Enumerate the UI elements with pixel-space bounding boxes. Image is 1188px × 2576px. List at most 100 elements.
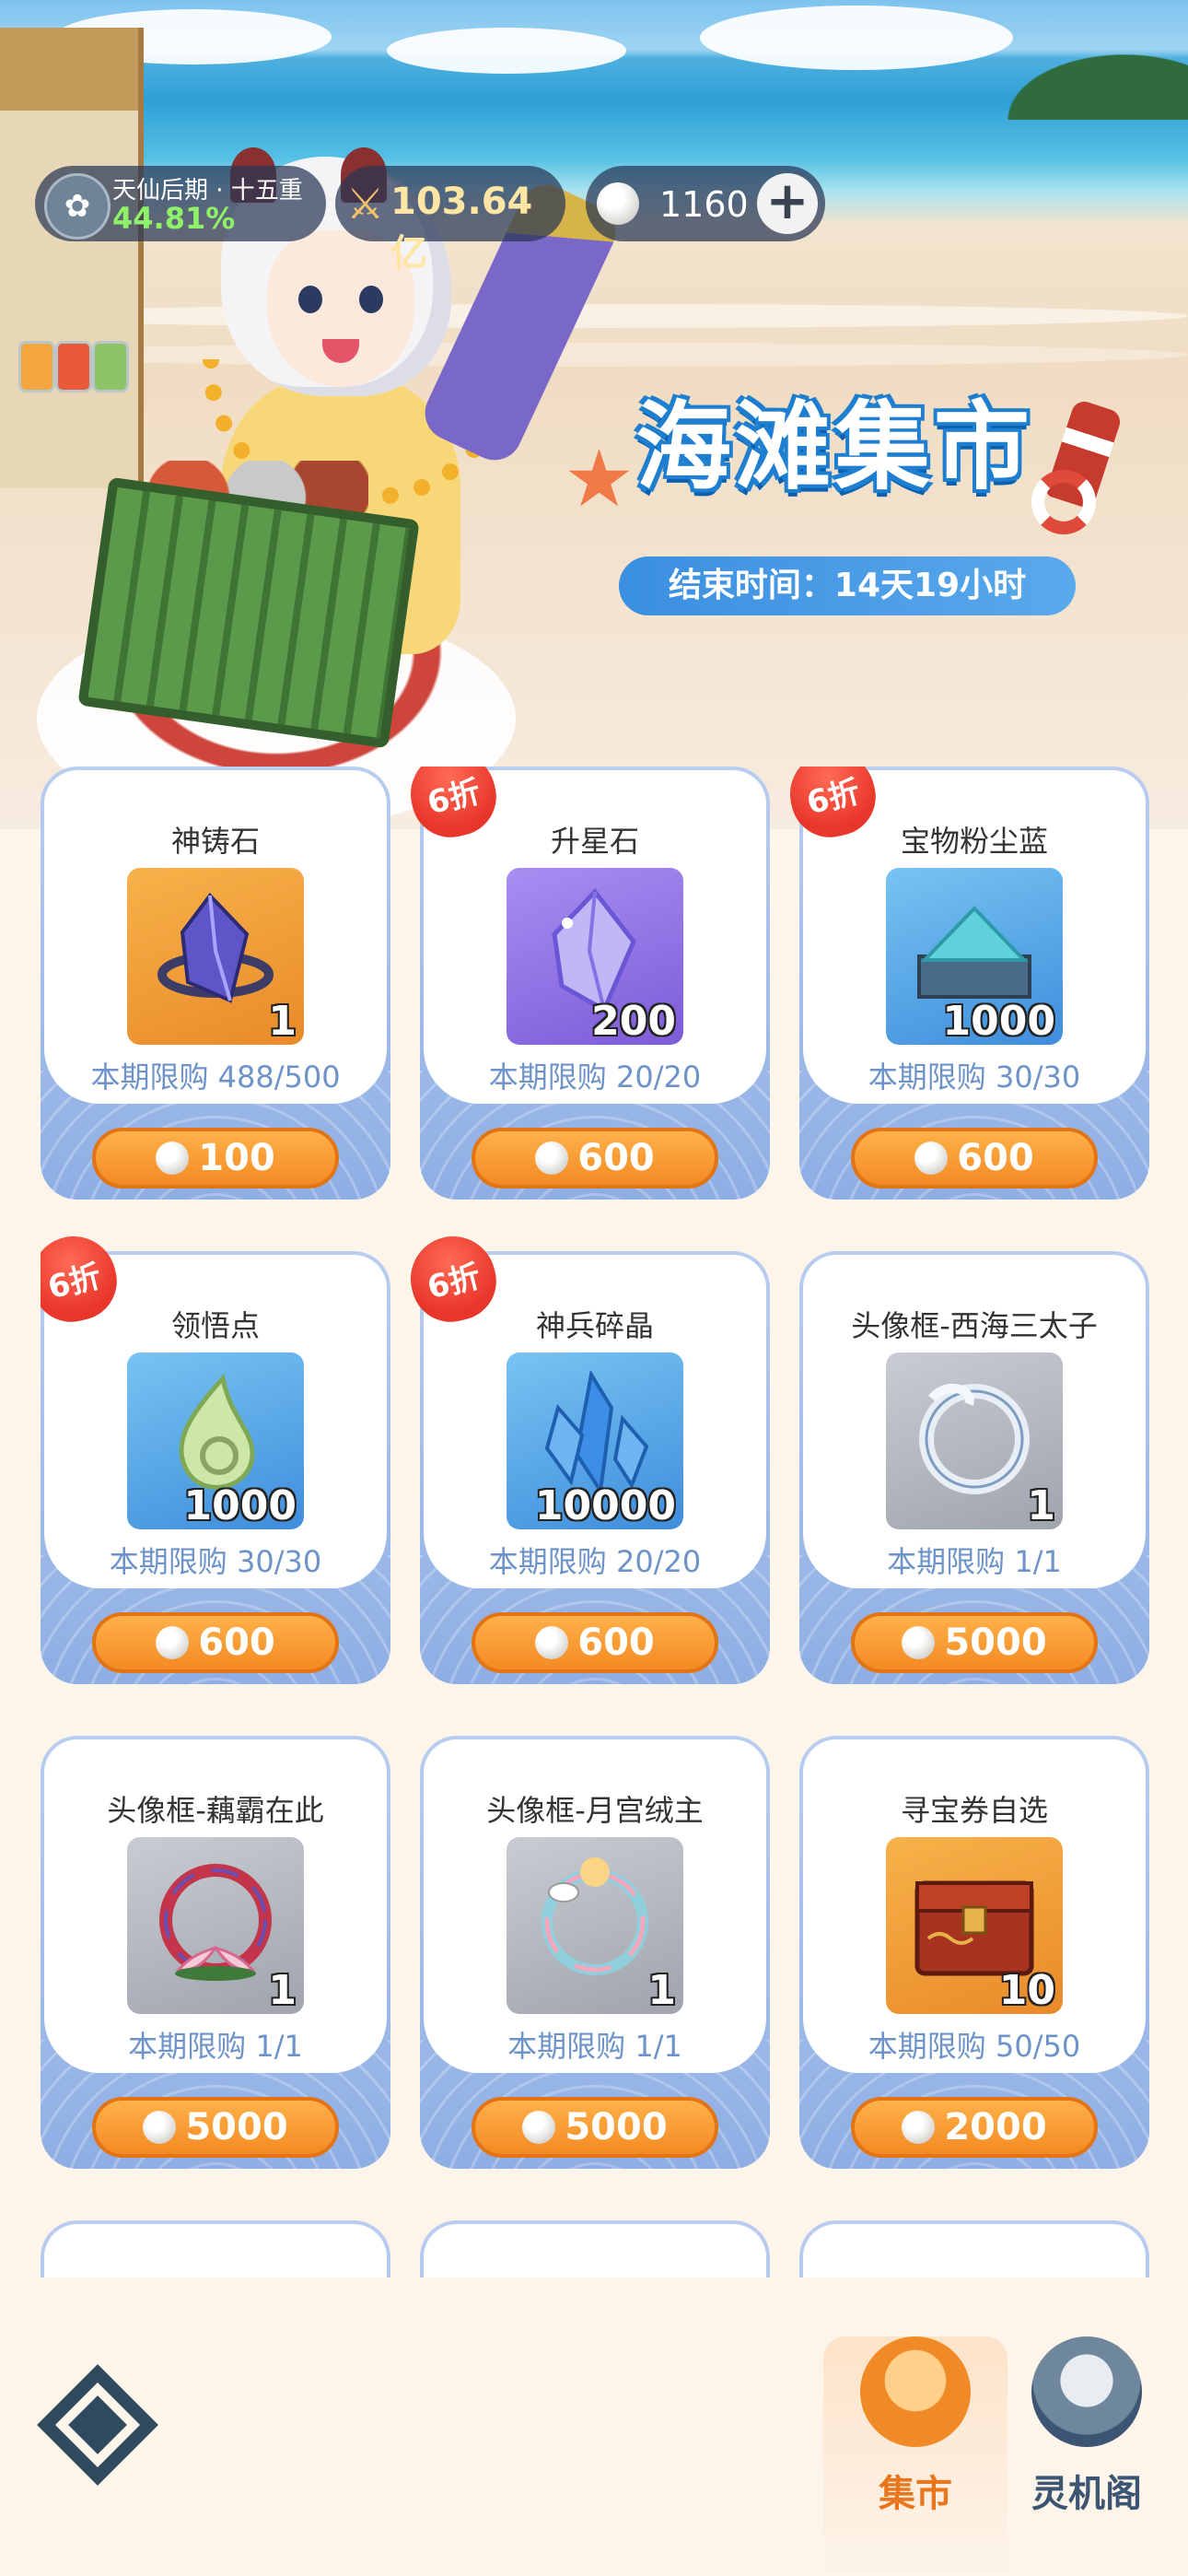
item-quantity: 10 (998, 1967, 1055, 2014)
purchase-limit: 本期限购 1/1 (128, 2029, 303, 2064)
pearl-coin-icon (914, 1142, 949, 1175)
price-value: 5000 (944, 1622, 1047, 1664)
currency-value: 1160 (659, 184, 749, 225)
item-quantity: 1 (268, 1967, 297, 2014)
purchase-limit: 本期限购 30/30 (868, 1060, 1081, 1095)
item-quantity: 1 (268, 998, 297, 1045)
item-name: 神铸石 (170, 824, 260, 859)
rabbit-frame-icon (530, 1856, 659, 1985)
treasure-chest-icon (910, 1856, 1039, 1985)
menu-diamond-icon[interactable] (37, 2364, 158, 2486)
shop-item-card-partial[interactable] (420, 2220, 770, 2277)
buy-button[interactable]: 600 (472, 1612, 718, 1673)
purchase-limit: 本期限购 20/20 (488, 1060, 702, 1095)
buy-button[interactable]: 600 (851, 1128, 1098, 1188)
pearl-coin-icon (156, 1626, 190, 1659)
shop-item-card[interactable]: 宝物粉尘蓝 1000 本期限购 30/30 600 6折 (781, 767, 1149, 1201)
shop-item-card[interactable]: 领悟点 1000 本期限购 30/30 600 6折 (41, 1227, 390, 1686)
event-title: 海滩集市 (635, 391, 1034, 503)
pearl-coin-icon (535, 1142, 569, 1175)
purchase-limit: 本期限购 1/1 (507, 2029, 682, 2064)
card-frame (41, 2220, 390, 2277)
dragon-frame-icon (910, 1371, 1039, 1500)
shop-item-card[interactable]: 神兵碎晶 10000 本期限购 20/20 600 6折 (402, 1227, 770, 1686)
life-ring-icon (1031, 470, 1096, 534)
character-mouth (322, 339, 359, 363)
price-value: 100 (198, 1137, 275, 1179)
buy-button[interactable]: 600 (472, 1128, 718, 1188)
shop-item-card-partial[interactable] (41, 2220, 390, 2277)
purchase-limit: 本期限购 20/20 (488, 1544, 702, 1579)
tab-lingji[interactable]: 灵机阁 (995, 2336, 1179, 2576)
item-name: 头像框-西海三太子 (851, 1308, 1098, 1343)
market-icon (860, 2336, 971, 2447)
buy-button[interactable]: 2000 (851, 2097, 1098, 2158)
item-thumbnail[interactable]: 10000 (507, 1352, 683, 1529)
character-eye (359, 286, 383, 313)
card-body (424, 2224, 766, 2277)
pearl-coin-icon (535, 1626, 569, 1659)
star-crystal-icon (530, 886, 659, 1015)
realm-progress: 44.81% (112, 201, 236, 236)
shop-item-grid: 神铸石 1 本期限购 488/500 100 升星石 200 本期限购 20/20 600 6折… (41, 767, 1153, 2277)
item-thumbnail[interactable]: 1 (127, 868, 304, 1045)
character-eye (298, 286, 322, 313)
crystal-stone-icon (151, 886, 280, 1015)
ice-shard-icon (530, 1369, 659, 1500)
shop-item-card[interactable]: 头像框-西海三太子 1 本期限购 1/1 5000 (799, 1251, 1149, 1686)
card-body (44, 2224, 387, 2277)
item-thumbnail[interactable]: 1 (886, 1352, 1063, 1529)
combat-power-value: 103.64亿 (390, 181, 533, 275)
price-value: 600 (577, 1137, 655, 1179)
realm-status[interactable]: ✿ 天仙后期 · 十五重 44.81% (35, 166, 326, 241)
starfish-icon: ★ (564, 433, 635, 525)
buy-button[interactable]: 100 (92, 1128, 339, 1188)
buy-button[interactable]: 5000 (472, 2097, 718, 2158)
shop-item-card-partial[interactable] (799, 2220, 1149, 2277)
buy-button[interactable]: 5000 (92, 2097, 339, 2158)
price-value: 2000 (944, 2106, 1047, 2149)
shop-item-card[interactable]: 头像框-藕霸在此 1 本期限购 1/1 5000 (41, 1736, 390, 2171)
item-name: 头像框-月宫绒主 (486, 1793, 704, 1828)
cloud (387, 28, 626, 74)
item-name: 寻宝券自选 (900, 1793, 1048, 1828)
purchase-limit: 本期限购 1/1 (887, 1544, 1062, 1579)
item-quantity: 1000 (183, 1482, 297, 1529)
purchase-limit: 本期限购 30/30 (109, 1544, 322, 1579)
buy-button[interactable]: 600 (92, 1612, 339, 1673)
price-value: 600 (957, 1137, 1034, 1179)
item-thumbnail[interactable]: 1000 (886, 868, 1063, 1045)
pearl-coin-icon (902, 2111, 936, 2144)
combat-power: ⚔ 103.64亿 (335, 166, 565, 275)
lotus-frame-icon (151, 1856, 280, 1985)
item-thumbnail[interactable]: 10 (886, 1837, 1063, 2014)
item-thumbnail[interactable]: 1 (507, 1837, 683, 2014)
realm-emblem-icon: ✿ (44, 173, 111, 240)
tab-lingji-label: 灵机阁 (1031, 2473, 1142, 2515)
shop-item-card[interactable]: 头像框-月宫绒主 1 本期限购 1/1 5000 (420, 1736, 770, 2171)
shop-item-card[interactable]: 神铸石 1 本期限购 488/500 100 (41, 767, 390, 1201)
item-quantity: 10000 (534, 1482, 676, 1529)
buy-button[interactable]: 5000 (851, 1612, 1098, 1673)
event-end-time: 结束时间：14天19小时 (619, 556, 1076, 615)
jade-drop-icon (151, 1371, 280, 1500)
add-currency-button[interactable]: + (757, 173, 818, 234)
island (976, 37, 1188, 120)
card-body (803, 2224, 1146, 2277)
tab-market[interactable]: 集市 (823, 2336, 1007, 2576)
bottom-nav: 集市 灵机阁 (0, 2281, 1188, 2576)
item-quantity: 1 (647, 1967, 676, 2014)
item-quantity: 1 (1027, 1482, 1055, 1529)
shop-item-card[interactable]: 升星石 200 本期限购 20/20 600 6折 (402, 767, 770, 1201)
item-thumbnail[interactable]: 200 (507, 868, 683, 1045)
shop-item-card[interactable]: 寻宝券自选 10 本期限购 50/50 2000 (799, 1736, 1149, 2171)
pearl-coin-icon (597, 182, 639, 225)
event-banner: ★ 海滩集市 结束时间：14天19小时 (0, 0, 1188, 829)
cloud (700, 6, 1013, 70)
item-quantity: 200 (591, 998, 676, 1045)
tab-market-label: 集市 (879, 2473, 952, 2515)
item-thumbnail[interactable]: 1000 (127, 1352, 304, 1529)
item-thumbnail[interactable]: 1 (127, 1837, 304, 2014)
card-frame (799, 2220, 1149, 2277)
currency-display: 1160 + (586, 166, 825, 241)
